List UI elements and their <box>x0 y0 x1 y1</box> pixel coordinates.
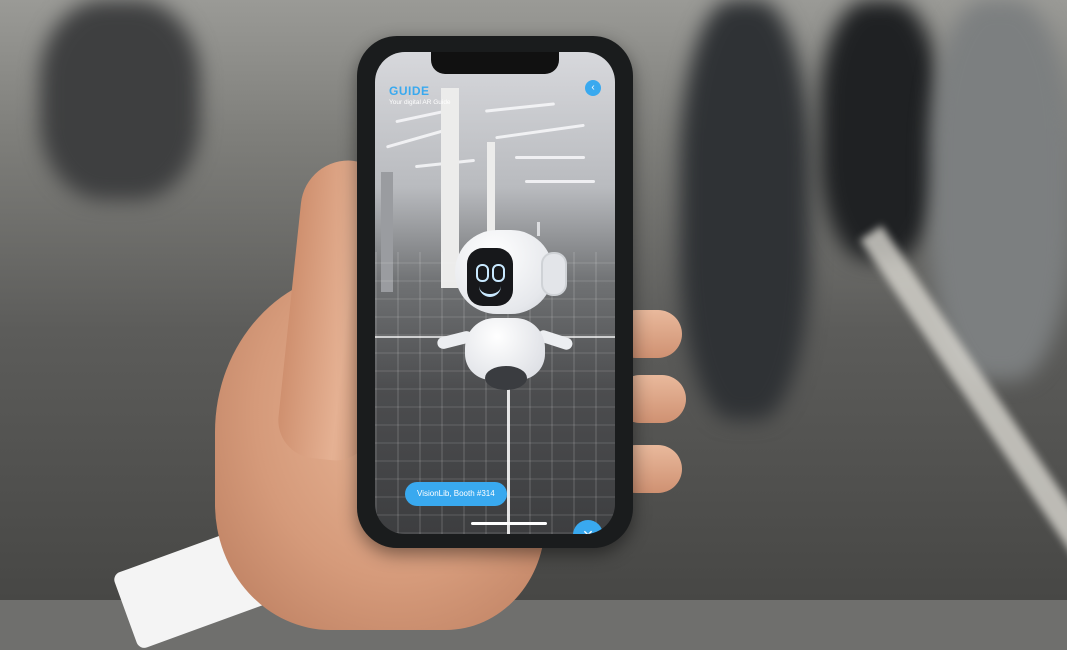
app-brand: GUIDE <box>389 84 430 98</box>
ceiling-light <box>495 123 585 140</box>
robot-antenna <box>537 222 540 236</box>
ceiling-light <box>525 180 595 183</box>
background-person-far-right <box>930 0 1067 380</box>
robot-face <box>467 248 513 306</box>
phone-notch <box>431 52 559 74</box>
chevron-left-icon: ‹ <box>591 82 595 93</box>
robot-eye-right <box>492 264 505 282</box>
ar-camera-screen: GUIDE Your digital AR Guide ‹ VisionLib,… <box>375 52 615 534</box>
ceiling-light <box>485 102 555 113</box>
background-person-center <box>680 0 810 420</box>
robot-eye-left <box>476 264 489 282</box>
background-person-left <box>40 0 200 200</box>
home-indicator[interactable] <box>471 522 547 525</box>
robot-guide-icon[interactable] <box>436 222 574 410</box>
robot-ear <box>541 252 567 296</box>
back-button[interactable]: ‹ <box>585 80 601 96</box>
booth-label-button[interactable]: VisionLib, Booth #314 <box>405 482 507 506</box>
close-icon: ✕ <box>582 527 594 534</box>
robot-base <box>485 366 527 390</box>
background-person-right <box>820 0 940 260</box>
ceiling-light <box>515 156 585 159</box>
app-tagline: Your digital AR Guide <box>389 99 451 106</box>
smartphone: GUIDE Your digital AR Guide ‹ VisionLib,… <box>357 36 633 548</box>
robot-mouth <box>479 284 501 297</box>
